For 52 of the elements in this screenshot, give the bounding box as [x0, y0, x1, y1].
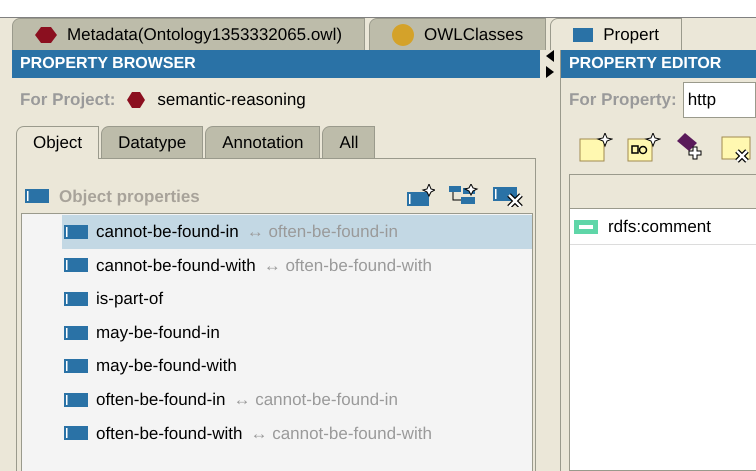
- tab[interactable]: OWLClasses: [369, 18, 546, 50]
- tab[interactable]: Metadata(Ontology1353332065.owl): [12, 18, 366, 50]
- property-label: For Property:: [569, 89, 677, 112]
- property-name: is-part-of: [96, 288, 164, 310]
- property-item[interactable]: is-part-of: [62, 282, 532, 316]
- collapse-left-icon[interactable]: [546, 50, 554, 62]
- property-name: may-be-found-in: [96, 322, 220, 344]
- property-icon: [64, 392, 88, 407]
- new-note-icon[interactable]: [579, 133, 613, 163]
- create-subproperty-icon[interactable]: [449, 184, 479, 206]
- property-icon: [64, 292, 88, 306]
- collapse-right-icon[interactable]: [546, 66, 554, 78]
- inverse-property: ↔ cannot-be-found-with: [250, 422, 432, 445]
- inverse-property: ↔ often-be-found-in: [246, 221, 398, 244]
- property-name: often-be-found-in: [96, 389, 226, 412]
- tab[interactable]: Datatype: [101, 126, 204, 158]
- property-icon: [573, 28, 594, 42]
- annotation-name[interactable]: rdfs:comment: [608, 214, 711, 240]
- property-name: cannot-be-found-with: [96, 254, 256, 277]
- tab[interactable]: All: [322, 126, 376, 158]
- property-icon: [64, 426, 88, 440]
- property-item[interactable]: often-be-found-in ↔ cannot-be-found-in: [62, 382, 532, 417]
- new-document-note-icon[interactable]: [627, 133, 661, 163]
- project-name: semantic-reasoning: [157, 89, 306, 112]
- property-icon: [64, 224, 88, 239]
- property-name: cannot-be-found-in: [96, 221, 239, 244]
- property-name: may-be-found-with: [96, 355, 237, 378]
- property-item[interactable]: often-be-found-with ↔ cannot-be-found-with: [62, 416, 532, 450]
- property-icon: [64, 359, 88, 374]
- property-field[interactable]: http: [682, 82, 756, 118]
- property-icon: [25, 189, 49, 204]
- project-label: For Project:: [20, 89, 116, 112]
- section-title: Object properties: [59, 186, 200, 208]
- tab[interactable]: Propert: [550, 18, 682, 50]
- tab[interactable]: Annotation: [205, 126, 320, 158]
- panel-header: PROPERTY BROWSER: [12, 50, 540, 78]
- annotation-icon: [574, 220, 598, 234]
- property-name: often-be-found-with: [96, 422, 242, 445]
- property-icon: [64, 326, 88, 340]
- property-item[interactable]: cannot-be-found-with ↔ often-be-found-with: [62, 248, 532, 282]
- property-item[interactable]: cannot-be-found-in ↔ often-be-found-in: [62, 215, 532, 249]
- hexagon-icon: [35, 26, 57, 42]
- panel-header: PROPERTY EDITOR: [561, 50, 756, 78]
- property-item[interactable]: may-be-found-with: [62, 349, 532, 383]
- hexagon-icon: [127, 92, 146, 108]
- inverse-property: ↔ often-be-found-with: [264, 254, 432, 277]
- property-item[interactable]: may-be-found-in: [62, 316, 532, 350]
- property-icon: [64, 258, 88, 272]
- create-property-icon[interactable]: [407, 184, 435, 206]
- tab[interactable]: Object: [16, 126, 100, 159]
- circle-icon: [392, 24, 414, 46]
- inverse-property: ↔ cannot-be-found-in: [233, 389, 398, 412]
